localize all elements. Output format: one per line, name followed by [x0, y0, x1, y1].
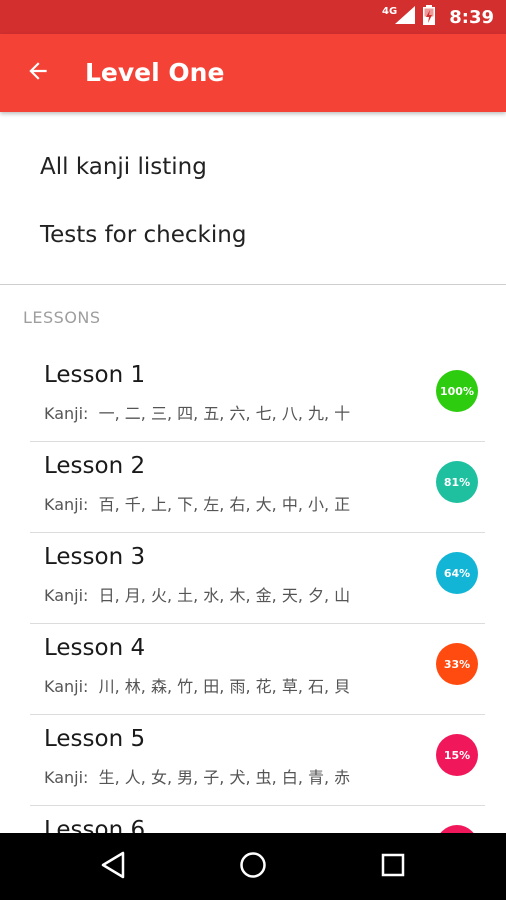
- progress-badge: [436, 825, 478, 833]
- lessons-section-header: LESSONS: [23, 308, 101, 327]
- lesson-title: Lesson 1: [44, 362, 146, 388]
- network-type-label: 4G: [382, 5, 398, 17]
- home-circle-icon: [239, 851, 267, 883]
- lesson-item[interactable]: Lesson 1 Kanji: 一, 二, 三, 四, 五, 六, 七, 八, …: [30, 350, 485, 442]
- kanji-label: Kanji:: [44, 404, 89, 423]
- system-nav-bar: [0, 833, 506, 900]
- lesson-title: Lesson 4: [44, 635, 146, 661]
- signal-icon: [395, 6, 416, 28]
- kanji-list: 日, 月, 火, 土, 水, 木, 金, 天, 夕, 山: [98, 586, 351, 605]
- back-triangle-icon: [100, 851, 126, 883]
- lesson-title: Lesson 3: [44, 544, 146, 570]
- lesson-title: Lesson 5: [44, 726, 146, 752]
- recents-square-icon: [381, 853, 405, 881]
- divider: [0, 284, 506, 285]
- battery-charging-icon: [423, 5, 436, 29]
- lesson-kanji: Kanji: 川, 林, 森, 竹, 田, 雨, 花, 草, 石, 貝: [44, 673, 350, 697]
- tests-for-checking-item[interactable]: Tests for checking: [40, 222, 246, 248]
- lesson-item[interactable]: Lesson 6: [30, 805, 485, 833]
- nav-home-button[interactable]: [232, 846, 274, 888]
- app-bar: Level One: [0, 34, 506, 112]
- lessons-list: Lesson 1 Kanji: 一, 二, 三, 四, 五, 六, 七, 八, …: [0, 350, 506, 833]
- lesson-item[interactable]: Lesson 4 Kanji: 川, 林, 森, 竹, 田, 雨, 花, 草, …: [30, 623, 485, 715]
- status-time: 8:39: [449, 6, 494, 28]
- lesson-kanji: Kanji: 生, 人, 女, 男, 子, 犬, 虫, 白, 青, 赤: [44, 764, 350, 788]
- progress-badge: 81%: [436, 461, 478, 503]
- lesson-kanji: Kanji: 一, 二, 三, 四, 五, 六, 七, 八, 九, 十: [44, 400, 350, 424]
- lesson-title: Lesson 2: [44, 453, 146, 479]
- kanji-label: Kanji:: [44, 495, 89, 514]
- lesson-kanji: Kanji: 百, 千, 上, 下, 左, 右, 大, 中, 小, 正: [44, 491, 350, 515]
- arrow-back-icon: [25, 58, 51, 88]
- kanji-list: 川, 林, 森, 竹, 田, 雨, 花, 草, 石, 貝: [98, 677, 351, 696]
- progress-badge: 64%: [436, 552, 478, 594]
- kanji-list: 一, 二, 三, 四, 五, 六, 七, 八, 九, 十: [98, 404, 351, 423]
- progress-badge: 100%: [436, 370, 478, 412]
- back-button[interactable]: [18, 53, 58, 93]
- nav-back-button[interactable]: [92, 846, 134, 888]
- kanji-label: Kanji:: [44, 586, 89, 605]
- progress-badge: 33%: [436, 643, 478, 685]
- progress-badge: 15%: [436, 734, 478, 776]
- lesson-kanji: Kanji: 日, 月, 火, 土, 水, 木, 金, 天, 夕, 山: [44, 582, 350, 606]
- nav-recents-button[interactable]: [372, 846, 414, 888]
- kanji-label: Kanji:: [44, 677, 89, 696]
- lesson-item[interactable]: Lesson 5 Kanji: 生, 人, 女, 男, 子, 犬, 虫, 白, …: [30, 714, 485, 806]
- kanji-list: 生, 人, 女, 男, 子, 犬, 虫, 白, 青, 赤: [98, 768, 351, 787]
- lesson-item[interactable]: Lesson 2 Kanji: 百, 千, 上, 下, 左, 右, 大, 中, …: [30, 441, 485, 533]
- status-icons: 4G 8:39: [382, 0, 494, 34]
- lesson-title: Lesson 6: [44, 817, 146, 833]
- level-menu: All kanji listing Tests for checking: [0, 112, 506, 284]
- all-kanji-listing-item[interactable]: All kanji listing: [40, 154, 207, 180]
- status-bar: 4G 8:39: [0, 0, 506, 34]
- kanji-label: Kanji:: [44, 768, 89, 787]
- page-title: Level One: [85, 58, 225, 87]
- lesson-item[interactable]: Lesson 3 Kanji: 日, 月, 火, 土, 水, 木, 金, 天, …: [30, 532, 485, 624]
- kanji-list: 百, 千, 上, 下, 左, 右, 大, 中, 小, 正: [98, 495, 351, 514]
